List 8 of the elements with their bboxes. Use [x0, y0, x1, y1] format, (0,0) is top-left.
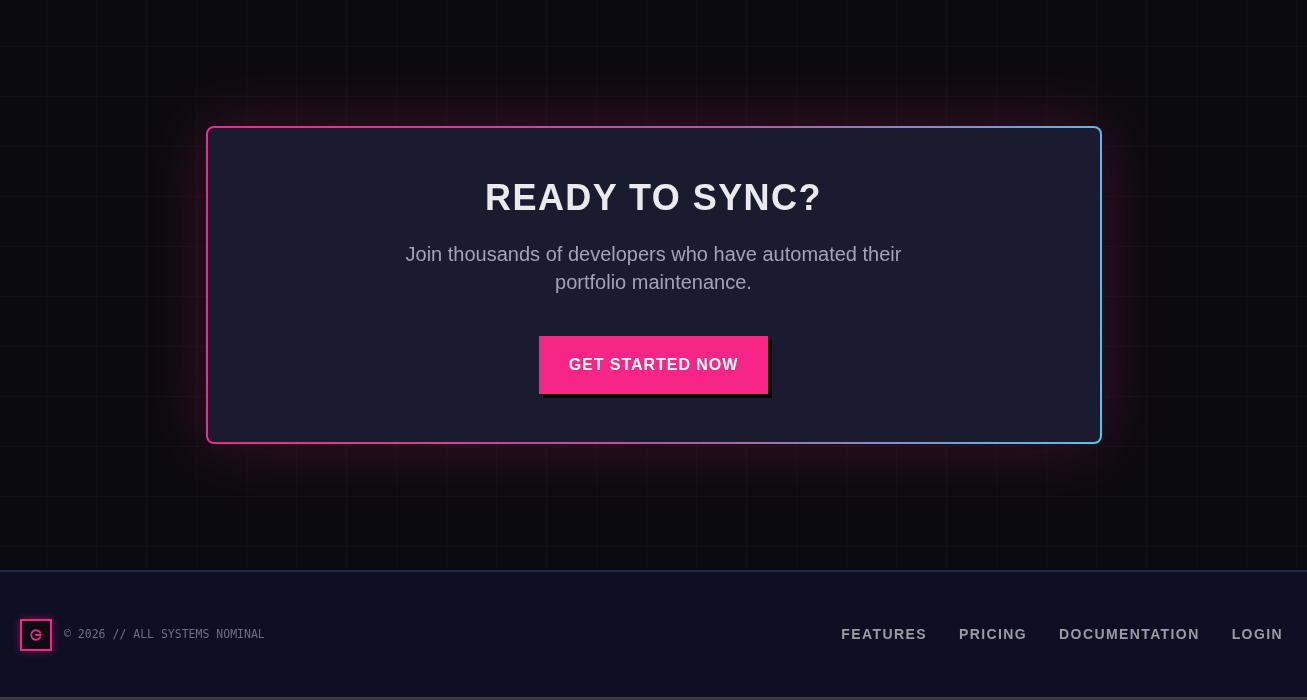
cta-description: Join thousands of developers who have automated their portfolio maintenance.	[404, 242, 903, 295]
copyright-text: © 2026 // ALL SYSTEMS NOMINAL	[64, 625, 265, 643]
footer-nav-link[interactable]: FEATURES	[841, 624, 927, 645]
logo-icon	[20, 618, 52, 651]
footer-nav-link[interactable]: LOGIN	[1231, 624, 1283, 645]
cta-heading: READY TO SYNC?	[485, 176, 822, 220]
footer-nav-link[interactable]: DOCUMENTATION	[1059, 624, 1200, 645]
footer-nav-link[interactable]: PRICING	[958, 624, 1028, 645]
